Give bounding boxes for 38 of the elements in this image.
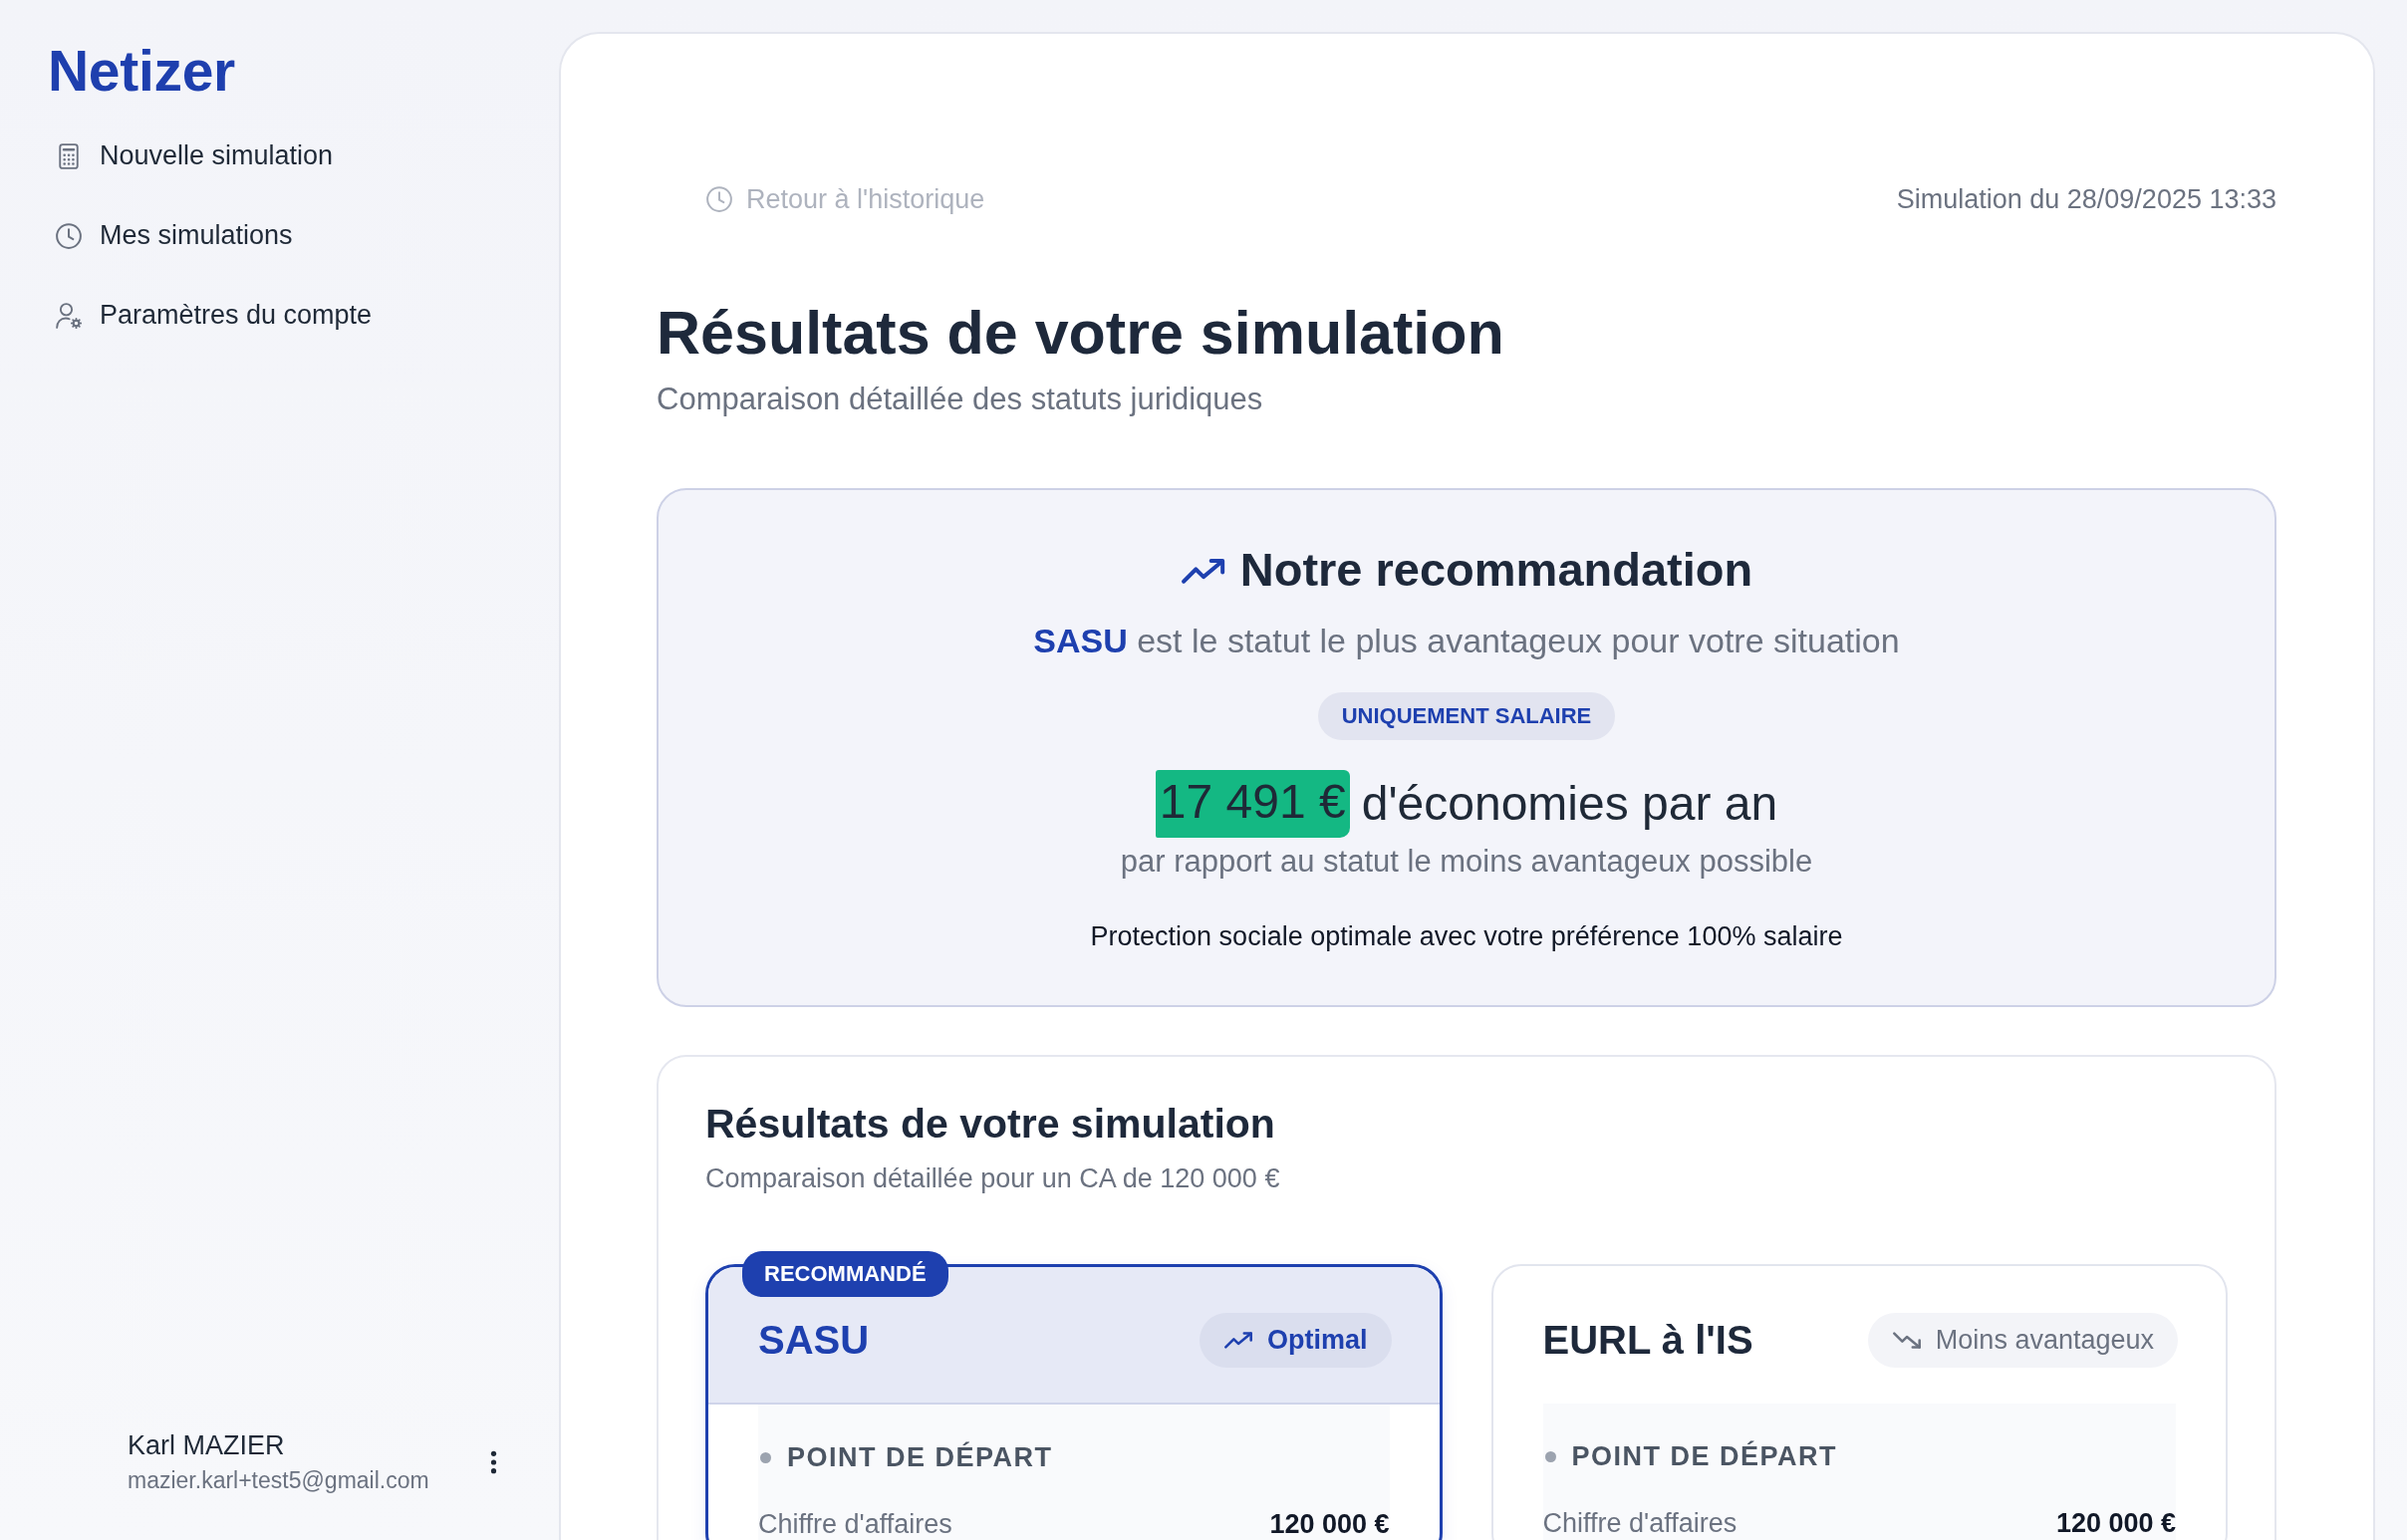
results-subtitle: Comparaison détaillée pour un CA de 120 000 € [705,1161,1281,1195]
page-subtitle: Comparaison détaillée des statuts juridiques [657,381,1264,419]
row-value: 120 000 € [2055,1507,2176,1539]
row-value: 120 000 € [1269,1508,1390,1540]
rating-label: Moins avantageux [1935,1325,2154,1357]
row-label: Chiffre d'affaires [758,1508,952,1540]
status-name: SASU [758,1318,870,1364]
section-title: POINT DE DÉPART [787,1441,1053,1473]
section-title: POINT DE DÉPART [1571,1440,1837,1472]
status-name: EURL à l'IS [1542,1318,1753,1364]
bullet-icon [1544,1450,1556,1462]
clock-icon [704,184,734,214]
user-settings-icon [54,300,84,331]
bullet-icon [760,1451,771,1463]
rating-label: Optimal [1267,1325,1368,1357]
more-options-icon[interactable] [490,1450,497,1474]
simulation-date: Simulation du 28/09/2025 13:33 [1896,183,2276,215]
preference-badge: UNIQUEMENT SALAIRE [1317,692,1616,741]
nav-item[interactable]: Nouvelle simulation [48,116,334,196]
user-name: Karl MAZIER [128,1430,286,1461]
row-label: Chiffre d'affaires [1542,1507,1738,1539]
results-title: Résultats de votre simulation [705,1100,1276,1150]
nav-item[interactable]: Paramètres du compte [48,275,373,356]
nav-item[interactable]: Mes simulations [48,195,293,276]
trending-up-icon [1223,1331,1253,1351]
trending-down-icon [1891,1331,1922,1351]
recommendation-statement: SASU est le statut le plus avantageux pour votre situation [1033,620,1900,661]
user-email: mazier.karl+test5@gmail.com [128,1467,429,1494]
logo[interactable]: Netizer [48,40,235,103]
recommended-badge: RECOMMANDÉ [742,1250,948,1297]
recommendation-title: Notre recommandation [1239,542,1753,599]
trending-up-icon [1180,556,1226,585]
clock-icon [54,220,84,251]
savings-amount: 17 491 € [1155,770,1350,839]
comparison-note: par rapport au statut le moins avantageux possible [1120,843,1813,882]
protection-note: Protection sociale optimale avec votre préférence 100% salaire [1090,920,1843,954]
page-title: Résultats de votre simulation [657,298,1505,369]
savings-label: d'économies par an [1361,776,1778,833]
